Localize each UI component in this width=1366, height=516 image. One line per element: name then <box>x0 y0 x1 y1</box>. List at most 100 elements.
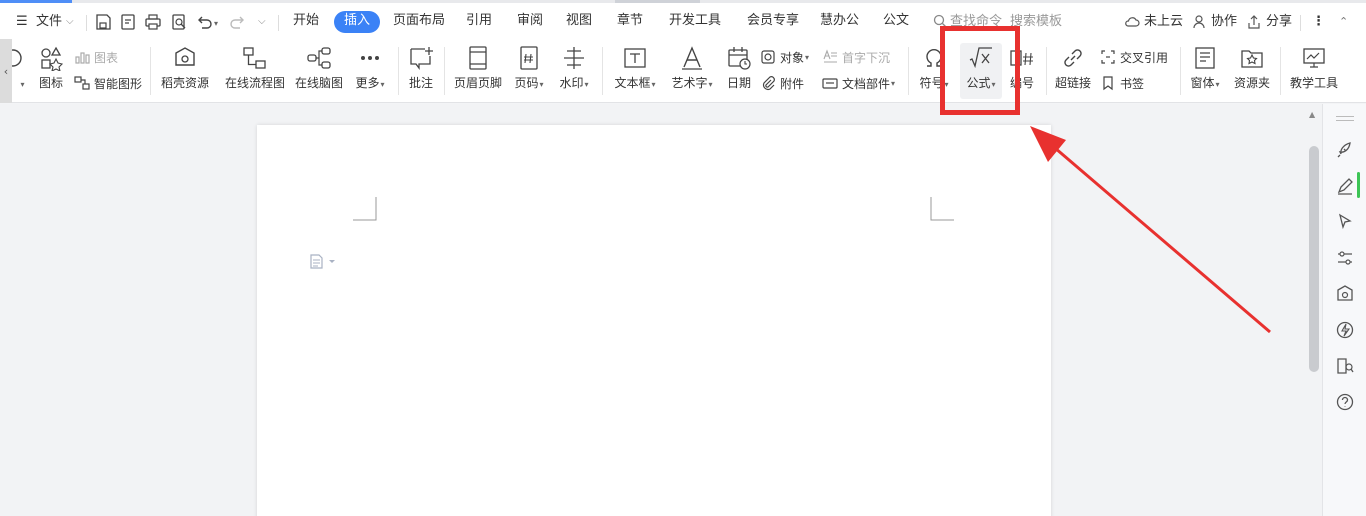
print-preview-icon[interactable] <box>170 13 188 31</box>
save-icon[interactable] <box>94 13 112 31</box>
file-menu[interactable]: 文件 <box>36 12 62 32</box>
watermark-button[interactable]: 水印▾ <box>556 43 592 99</box>
tab-section[interactable]: 章节 <box>607 11 653 33</box>
tab-insert[interactable]: 插入 <box>334 11 381 33</box>
rocket-icon[interactable] <box>1335 140 1355 160</box>
bookmark-button[interactable]: 书签 <box>1100 73 1144 93</box>
convert-icon[interactable] <box>119 13 137 31</box>
wordart-label-wrap: 艺术字▾ <box>671 75 712 93</box>
shape-dropdown-icon: ▾ <box>20 80 25 89</box>
scrollbar-thumb[interactable] <box>1309 146 1319 372</box>
more-options-icon[interactable]: ⋮ <box>1312 12 1325 32</box>
cloud-status[interactable]: 未上云 <box>1144 12 1183 32</box>
scroll-up-icon[interactable]: ▲ <box>1309 110 1315 119</box>
hamburger-icon[interactable]: ☰ <box>16 12 28 32</box>
teaching-tools-button[interactable]: 教学工具 <box>1288 43 1340 99</box>
more-label-wrap: 更多▾ <box>355 75 384 93</box>
shape-button[interactable]: ▾ <box>12 43 32 99</box>
smartart-label: 智能图形 <box>94 76 143 91</box>
separator <box>1280 47 1281 95</box>
separator <box>1180 47 1181 95</box>
watermark-dropdown-icon: ▾ <box>584 80 589 89</box>
help-icon[interactable] <box>1335 392 1355 412</box>
redo-icon[interactable] <box>229 13 247 31</box>
textbox-button[interactable]: 文本框▾ <box>612 43 658 99</box>
docpart-button[interactable]: 文档部件 ▾ <box>822 73 895 93</box>
wordart-button[interactable]: 艺术字▾ <box>668 43 716 99</box>
smartart-button[interactable]: 智能图形 <box>74 73 142 93</box>
textbox-icon <box>622 45 648 71</box>
docpart-label: 文档部件 <box>842 76 891 91</box>
resource-folder-button[interactable]: 资源夹 <box>1232 43 1272 99</box>
daoke-resources-icon <box>172 45 198 71</box>
online-mindmap-button[interactable]: 在线脑图 <box>294 43 344 99</box>
chart-button[interactable]: 图表 <box>74 47 118 67</box>
collaborate-icon[interactable] <box>1192 14 1208 30</box>
customize-toolbar-icon[interactable]: ⌵ <box>258 12 266 32</box>
form-button[interactable]: 窗体▾ <box>1186 43 1224 99</box>
separator <box>86 15 87 31</box>
tab-page-layout[interactable]: 页面布局 <box>383 11 455 33</box>
tab-review[interactable]: 审阅 <box>507 11 553 33</box>
tab-developer[interactable]: 开发工具 <box>659 11 731 33</box>
page-number-label-wrap: 页码▾ <box>514 75 543 93</box>
comment-button[interactable]: 批注 <box>406 43 436 99</box>
page-number-button[interactable]: 页码▾ <box>512 43 546 99</box>
online-flowchart-button[interactable]: 在线流程图 <box>224 43 286 99</box>
share-button[interactable]: 分享 <box>1266 12 1292 32</box>
textbox-label: 文本框 <box>614 76 651 90</box>
date-button[interactable]: 日期 <box>724 43 754 99</box>
margin-corner-top-left <box>353 197 377 221</box>
tab-references[interactable]: 引用 <box>456 11 502 33</box>
tab-official-doc[interactable]: 公文 <box>873 11 919 33</box>
undo-icon[interactable] <box>195 13 213 31</box>
tab-start[interactable]: 开始 <box>283 11 329 33</box>
undo-dropdown-icon[interactable]: ▾ <box>214 14 218 34</box>
object-dropdown-icon: ▾ <box>805 52 810 62</box>
right-sidebar <box>1322 104 1366 516</box>
ribbon-insert: ‹ ▾ 图标 图表 智能图形 稻壳资源 在线流程图 在线脑图 更多▾ 批注 页眉… <box>0 39 1366 103</box>
textbox-dropdown-icon: ▾ <box>651 80 656 89</box>
resource-folder-icon <box>1239 45 1265 71</box>
chevron-down-icon[interactable]: ⌵ <box>66 12 74 32</box>
lightning-icon[interactable] <box>1335 320 1355 340</box>
paragraph-options-icon[interactable] <box>309 253 339 269</box>
page-number-label: 页码 <box>514 76 539 90</box>
tab-member[interactable]: 会员专享 <box>737 11 809 33</box>
page-number-dropdown-icon: ▾ <box>539 80 544 89</box>
menu-bar: ☰ 文件 ⌵ ▾ ⌵ 开始 插入 页面布局 引用 审阅 视图 章节 开发工具 会… <box>0 3 1366 39</box>
wordart-dropdown-icon: ▾ <box>708 80 713 89</box>
collapse-ribbon-icon[interactable]: ⌃ <box>1339 12 1348 32</box>
chart-label: 图表 <box>94 50 119 65</box>
header-footer-button[interactable]: 页眉页脚 <box>452 43 504 99</box>
vertical-scrollbar[interactable]: ▲ <box>1306 104 1322 516</box>
tab-smart-office[interactable]: 慧办公 <box>810 11 869 33</box>
hyperlink-button[interactable]: 超链接 <box>1054 43 1092 99</box>
document-page[interactable] <box>257 125 1051 516</box>
pen-icon[interactable] <box>1335 176 1355 196</box>
dropcap-label: 首字下沉 <box>842 50 891 65</box>
cloud-icon[interactable] <box>1124 14 1140 30</box>
cross-reference-button[interactable]: 交叉引用 <box>1100 47 1168 67</box>
daoke-resources-button[interactable]: 稻壳资源 <box>160 43 210 99</box>
ribbon-scroll-left-button[interactable]: ‹ <box>0 39 12 103</box>
resource-icon[interactable] <box>1335 284 1355 304</box>
object-icon <box>761 50 775 64</box>
attachment-button[interactable]: 附件 <box>760 73 804 93</box>
tab-view[interactable]: 视图 <box>556 11 602 33</box>
collaborate-button[interactable]: 协作 <box>1211 12 1237 32</box>
cursor-icon[interactable] <box>1335 212 1355 232</box>
more-button[interactable]: 更多▾ <box>352 43 388 99</box>
hyperlink-label: 超链接 <box>1054 76 1091 90</box>
docpart-dropdown-icon: ▾ <box>891 78 896 88</box>
print-icon[interactable] <box>144 13 162 31</box>
sliders-icon[interactable] <box>1335 248 1355 268</box>
object-button[interactable]: 对象 ▾ <box>760 47 809 67</box>
dropcap-button[interactable]: 首字下沉 <box>822 47 890 67</box>
separator <box>444 47 445 95</box>
cross-reference-icon <box>1101 50 1115 64</box>
icons-button[interactable]: 图标 <box>38 43 64 99</box>
sidebar-handle[interactable] <box>1336 116 1354 121</box>
book-search-icon[interactable] <box>1335 356 1355 376</box>
share-icon[interactable] <box>1246 14 1262 30</box>
